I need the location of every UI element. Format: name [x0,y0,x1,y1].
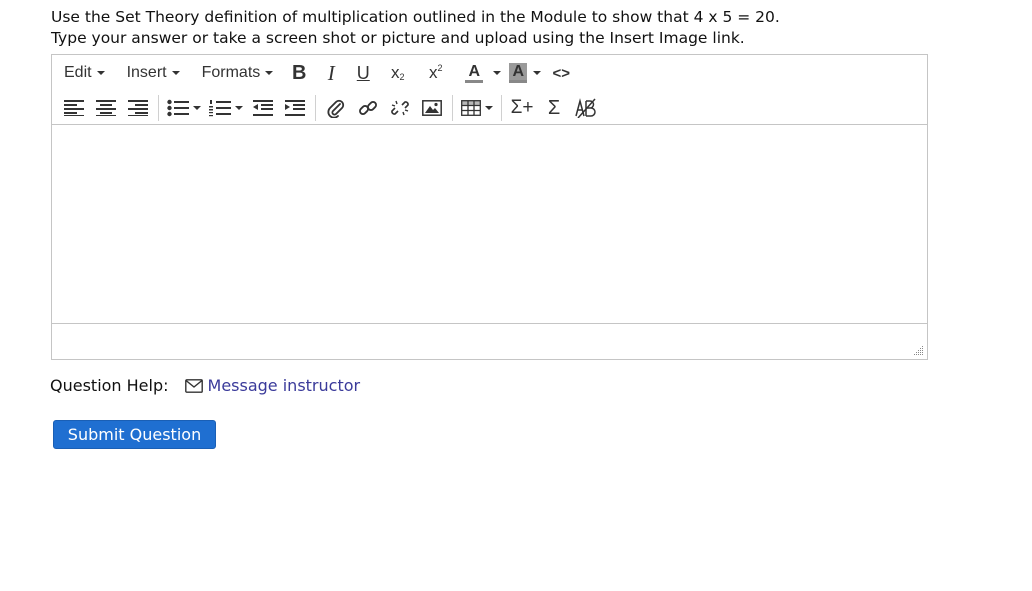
sigma-button[interactable]: Σ [542,93,566,123]
indent-icon [285,100,305,116]
text-color-icon: A [465,63,484,83]
superscript-button[interactable]: x2 [421,58,445,88]
chevron-down-icon [193,106,201,110]
sigma-plus-icon: Σ+ [510,97,534,118]
align-right-button[interactable] [126,93,150,123]
indent-button[interactable] [283,93,307,123]
outdent-icon [253,100,273,116]
question-help: Question Help: Message instructor [50,376,360,395]
superscript-icon: x2 [429,63,443,82]
toolbar-separator [315,95,316,121]
outdent-button[interactable] [251,93,275,123]
edit-menu[interactable]: Edit [52,58,115,88]
background-color-icon: A [509,63,528,83]
editor-toolbar: Edit Insert Formats B I U x2 x2 A A <> Σ… [52,55,927,125]
question-help-label: Question Help: [50,376,169,395]
subscript-icon: x2 [391,63,405,82]
toolbar-row-1: Edit Insert Formats B I U x2 x2 A A <> [52,56,577,90]
remove-link-button[interactable] [388,93,412,123]
code-icon: <> [552,64,571,82]
question-text-line-1: Use the Set Theory definition of multipl… [51,8,780,26]
message-instructor-link[interactable]: Message instructor [184,376,361,395]
chevron-down-icon [96,71,105,75]
insert-table-button[interactable] [461,93,493,123]
math-editor-button[interactable]: Σ+ [510,93,534,123]
rich-text-editor: Edit Insert Formats B I U x2 x2 A A <> Σ… [51,54,928,360]
chevron-down-icon [171,71,180,75]
chevron-down-icon [493,71,502,75]
bullet-list-button[interactable] [167,93,201,123]
unlink-icon [391,100,409,116]
align-center-button[interactable] [94,93,118,123]
insert-menu-label: Insert [126,64,167,81]
toolbar-separator [501,95,502,121]
edit-menu-label: Edit [64,64,92,81]
subscript-button[interactable]: x2 [383,58,407,88]
table-icon [461,100,481,116]
align-right-icon [128,100,148,116]
link-icon [359,101,377,115]
image-icon [422,100,442,116]
toolbar-row-2: Σ+ Σ [52,91,602,125]
paperclip-icon [327,99,345,118]
text-color-button[interactable]: A [465,58,502,88]
toolbar-separator [452,95,453,121]
chevron-down-icon [235,106,243,110]
chevron-down-icon [265,71,274,75]
formats-menu[interactable]: Formats [190,58,284,88]
chevron-down-icon [485,106,493,110]
bullet-list-icon [167,99,189,117]
spellcheck-button[interactable] [574,93,598,123]
align-center-icon [96,100,116,116]
align-left-icon [64,100,84,116]
sigma-icon: Σ [547,96,561,119]
editor-content-area[interactable] [52,125,927,323]
envelope-icon [184,378,203,393]
message-instructor-label: Message instructor [207,376,361,395]
numbered-list-button[interactable] [209,93,243,123]
editor-statusbar [52,323,927,359]
insert-link-button[interactable] [356,93,380,123]
underline-button[interactable]: U [351,58,375,88]
insert-menu[interactable]: Insert [115,58,190,88]
bold-button[interactable]: B [287,58,311,88]
background-color-button[interactable]: A [509,58,542,88]
spellcheck-icon [575,98,596,118]
toolbar-separator [158,95,159,121]
align-left-button[interactable] [62,93,86,123]
resize-handle-icon[interactable] [914,346,924,356]
insert-image-button[interactable] [420,93,444,123]
italic-button[interactable]: I [319,58,343,88]
question-prompt: Use the Set Theory definition of multipl… [51,7,780,49]
formats-menu-label: Formats [201,64,261,81]
numbered-list-icon [209,100,231,117]
source-code-button[interactable]: <> [549,58,573,88]
attach-file-button[interactable] [324,93,348,123]
question-text-line-2: Type your answer or take a screen shot o… [51,29,745,47]
submit-question-button[interactable]: Submit Question [53,420,216,449]
chevron-down-icon [533,71,542,75]
